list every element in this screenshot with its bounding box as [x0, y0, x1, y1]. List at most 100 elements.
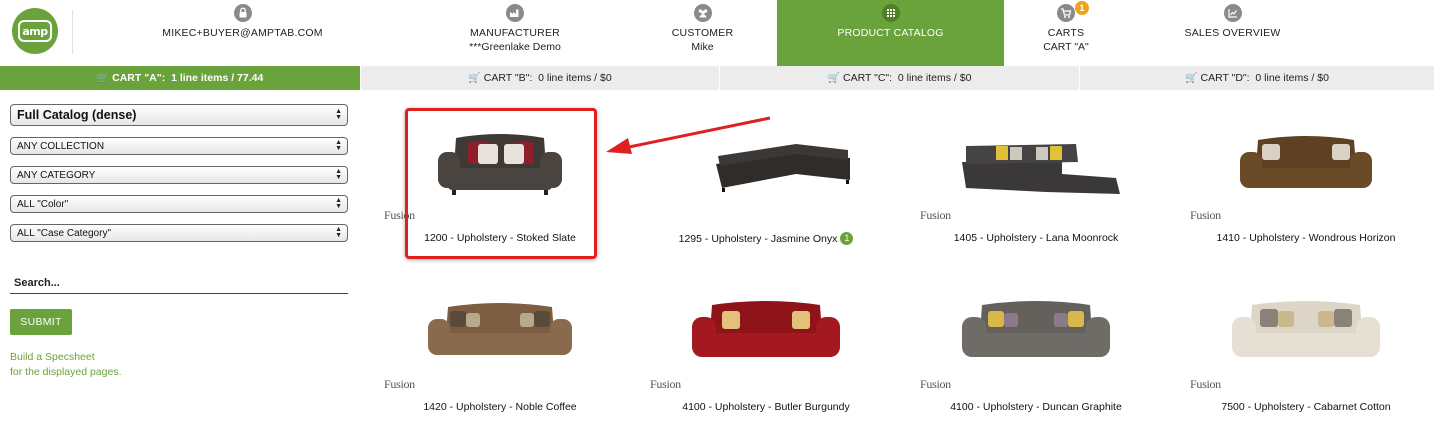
cart-tab-c[interactable]: 🛒 CART "C": 0 line items / $0	[719, 66, 1079, 90]
product-card[interactable]: Fusion 7500 - Upholstery - Cabarnet Cott…	[1176, 277, 1434, 429]
cart-d-label: CART "D":	[1200, 72, 1250, 84]
sofa-image	[438, 134, 562, 195]
product-title: 4100 - Upholstery - Butler Burgundy	[682, 401, 850, 413]
cart-icon: 🛒	[468, 72, 481, 84]
select-arrows-icon: ▲ ▼	[335, 197, 342, 210]
catalog-label: PRODUCT CATALOG	[837, 27, 944, 39]
user-email: MIKEC+BUYER@AMPTAB.COM	[162, 27, 323, 39]
amp-logo[interactable]: amp	[12, 8, 58, 54]
product-name[interactable]: 7500 - Upholstery - Cabarnet Cotton	[1176, 401, 1434, 413]
brand-name: Fusion	[1190, 208, 1221, 222]
brand-name: Fusion	[920, 377, 951, 391]
nav-carts[interactable]: CARTS CART "A"	[1010, 0, 1122, 66]
case-category-select-value: ALL "Case Category"	[17, 227, 111, 239]
product-name[interactable]: 1295 - Upholstery - Jasmine Onyx 1	[636, 232, 896, 245]
collection-select-value: ANY COLLECTION	[17, 140, 105, 152]
cart-a-label: CART "A":	[112, 72, 166, 84]
brand-name: Fusion	[384, 377, 415, 391]
nav-product-catalog[interactable]: PRODUCT CATALOG	[777, 0, 1004, 66]
product-name[interactable]: 1200 - Upholstery - Stoked Slate	[370, 232, 630, 244]
nav-customer[interactable]: CUSTOMER Mike	[630, 0, 775, 66]
factory-icon	[506, 4, 524, 22]
carts-count-badge: 1	[1075, 1, 1089, 15]
product-card[interactable]: Fusion 1405 - Upholstery - Lana Moonrock	[906, 108, 1166, 260]
product-title: 1410 - Upholstery - Wondrous Horizon	[1216, 232, 1396, 244]
select-arrows-icon: ▲ ▼	[335, 139, 342, 152]
product-title: 1200 - Upholstery - Stoked Slate	[424, 232, 576, 244]
view-select-value: Full Catalog (dense)	[17, 108, 137, 122]
sofa-image	[428, 303, 572, 355]
color-select[interactable]: ALL "Color" ▲ ▼	[10, 195, 348, 213]
sofa-image	[692, 301, 840, 357]
annotation-arrow-icon	[606, 116, 771, 154]
carts-value: CART "A"	[1043, 41, 1089, 53]
product-card[interactable]: Fusion 4100 - Upholstery - Butler Burgun…	[636, 277, 896, 429]
product-card[interactable]: Fusion 1420 - Upholstery - Noble Coffee	[370, 277, 630, 429]
sales-label: SALES OVERVIEW	[1184, 27, 1281, 39]
cart-icon: 🛒	[827, 72, 840, 84]
nav-manufacturer[interactable]: MANUFACTURER ***Greenlake Demo	[440, 0, 590, 66]
cart-a-detail: 1 line items / 77.44	[171, 72, 264, 84]
category-select[interactable]: ANY CATEGORY ▲ ▼	[10, 166, 348, 184]
carts-label: CARTS	[1047, 27, 1085, 39]
product-title: 1405 - Upholstery - Lana Moonrock	[953, 232, 1119, 244]
lock-icon	[233, 4, 252, 22]
brand-logo: Fusion	[1190, 208, 1221, 223]
cart-tab-d[interactable]: 🛒 CART "D": 0 line items / $0	[1079, 66, 1434, 90]
cart-c-label: CART "C":	[842, 72, 893, 84]
specsheet-line-2: for the displayed pages.	[10, 366, 122, 378]
case-category-select[interactable]: ALL "Case Category" ▲ ▼	[10, 224, 348, 242]
customer-value: Mike	[691, 41, 714, 53]
product-name[interactable]: 1410 - Upholstery - Wondrous Horizon	[1176, 232, 1434, 244]
customer-label: CUSTOMER	[671, 27, 734, 39]
nav-user[interactable]: MIKEC+BUYER@AMPTAB.COM	[150, 0, 335, 66]
sofa-image	[962, 301, 1110, 357]
product-name[interactable]: 4100 - Upholstery - Butler Burgundy	[636, 401, 896, 413]
filter-sidebar: Full Catalog (dense) ▲ ▼ ANY COLLECTION ▲…	[10, 104, 350, 380]
submit-button[interactable]: SUBMIT	[10, 309, 72, 335]
search-input[interactable]	[10, 272, 348, 294]
cart-count-badge: 1	[840, 232, 854, 245]
cart-bar: 🛒 CART "A": 1 line items / 77.44 🛒 CART …	[0, 66, 1434, 90]
top-nav: amp MIKEC+BUYER@AMPTAB.COM MANUFACTURER …	[0, 0, 1434, 66]
cart-c-detail: 0 line items / $0	[897, 72, 972, 84]
brand-logo: Fusion	[920, 208, 951, 223]
specsheet-line-1: Build a Specsheet	[10, 351, 95, 363]
collection-select[interactable]: ANY COLLECTION ▲ ▼	[10, 137, 348, 155]
brand-name: Fusion	[650, 377, 681, 391]
cart-b-detail: 0 line items / $0	[538, 72, 612, 84]
manufacturer-label: MANUFACTURER	[470, 27, 560, 39]
product-card[interactable]: Fusion 4100 - Upholstery - Duncan Graphi…	[906, 277, 1166, 429]
cart-d-detail: 0 line items / $0	[1255, 72, 1329, 84]
cart-tab-a[interactable]: 🛒 CART "A": 1 line items / 77.44	[0, 66, 360, 90]
product-name[interactable]: 4100 - Upholstery - Duncan Graphite	[906, 401, 1166, 413]
sofa-image	[962, 144, 1120, 194]
sofa-image	[1232, 301, 1380, 357]
build-specsheet-link[interactable]: Build a Specsheet for the displayed page…	[10, 350, 350, 380]
sofa-image	[1240, 136, 1372, 188]
chart-icon	[1223, 4, 1242, 22]
cart-icon	[1057, 4, 1075, 22]
color-select-value: ALL "Color"	[17, 198, 69, 210]
brand-logo: Fusion	[650, 377, 681, 392]
brand-logo: Fusion	[384, 208, 415, 223]
view-select[interactable]: Full Catalog (dense) ▲ ▼	[10, 104, 348, 126]
brand-name: Fusion	[1190, 377, 1221, 391]
nav-sales-overview[interactable]: SALES OVERVIEW	[1160, 0, 1305, 66]
logo-text: amp	[18, 20, 52, 42]
product-name[interactable]: 1405 - Upholstery - Lana Moonrock	[906, 232, 1166, 244]
cart-tab-b[interactable]: 🛒 CART "B": 0 line items / $0	[360, 66, 719, 90]
cart-icon: 🛒	[1185, 72, 1198, 84]
cart-icon: 🛒	[96, 72, 110, 84]
product-card[interactable]: Fusion 1200 - Upholstery - Stoked Slate	[370, 108, 630, 260]
logo-divider	[72, 10, 73, 54]
product-card[interactable]: Fusion 1410 - Upholstery - Wondrous Hori…	[1176, 108, 1434, 260]
brand-logo: Fusion	[1190, 377, 1221, 392]
brand-name: Fusion	[384, 208, 415, 222]
product-name[interactable]: 1420 - Upholstery - Noble Coffee	[370, 401, 630, 413]
select-arrows-icon: ▲ ▼	[335, 108, 342, 121]
brand-logo: Fusion	[920, 377, 951, 392]
brand-name: Fusion	[920, 208, 951, 222]
brand-logo: Fusion	[384, 377, 415, 392]
product-title: 1420 - Upholstery - Noble Coffee	[423, 401, 577, 413]
